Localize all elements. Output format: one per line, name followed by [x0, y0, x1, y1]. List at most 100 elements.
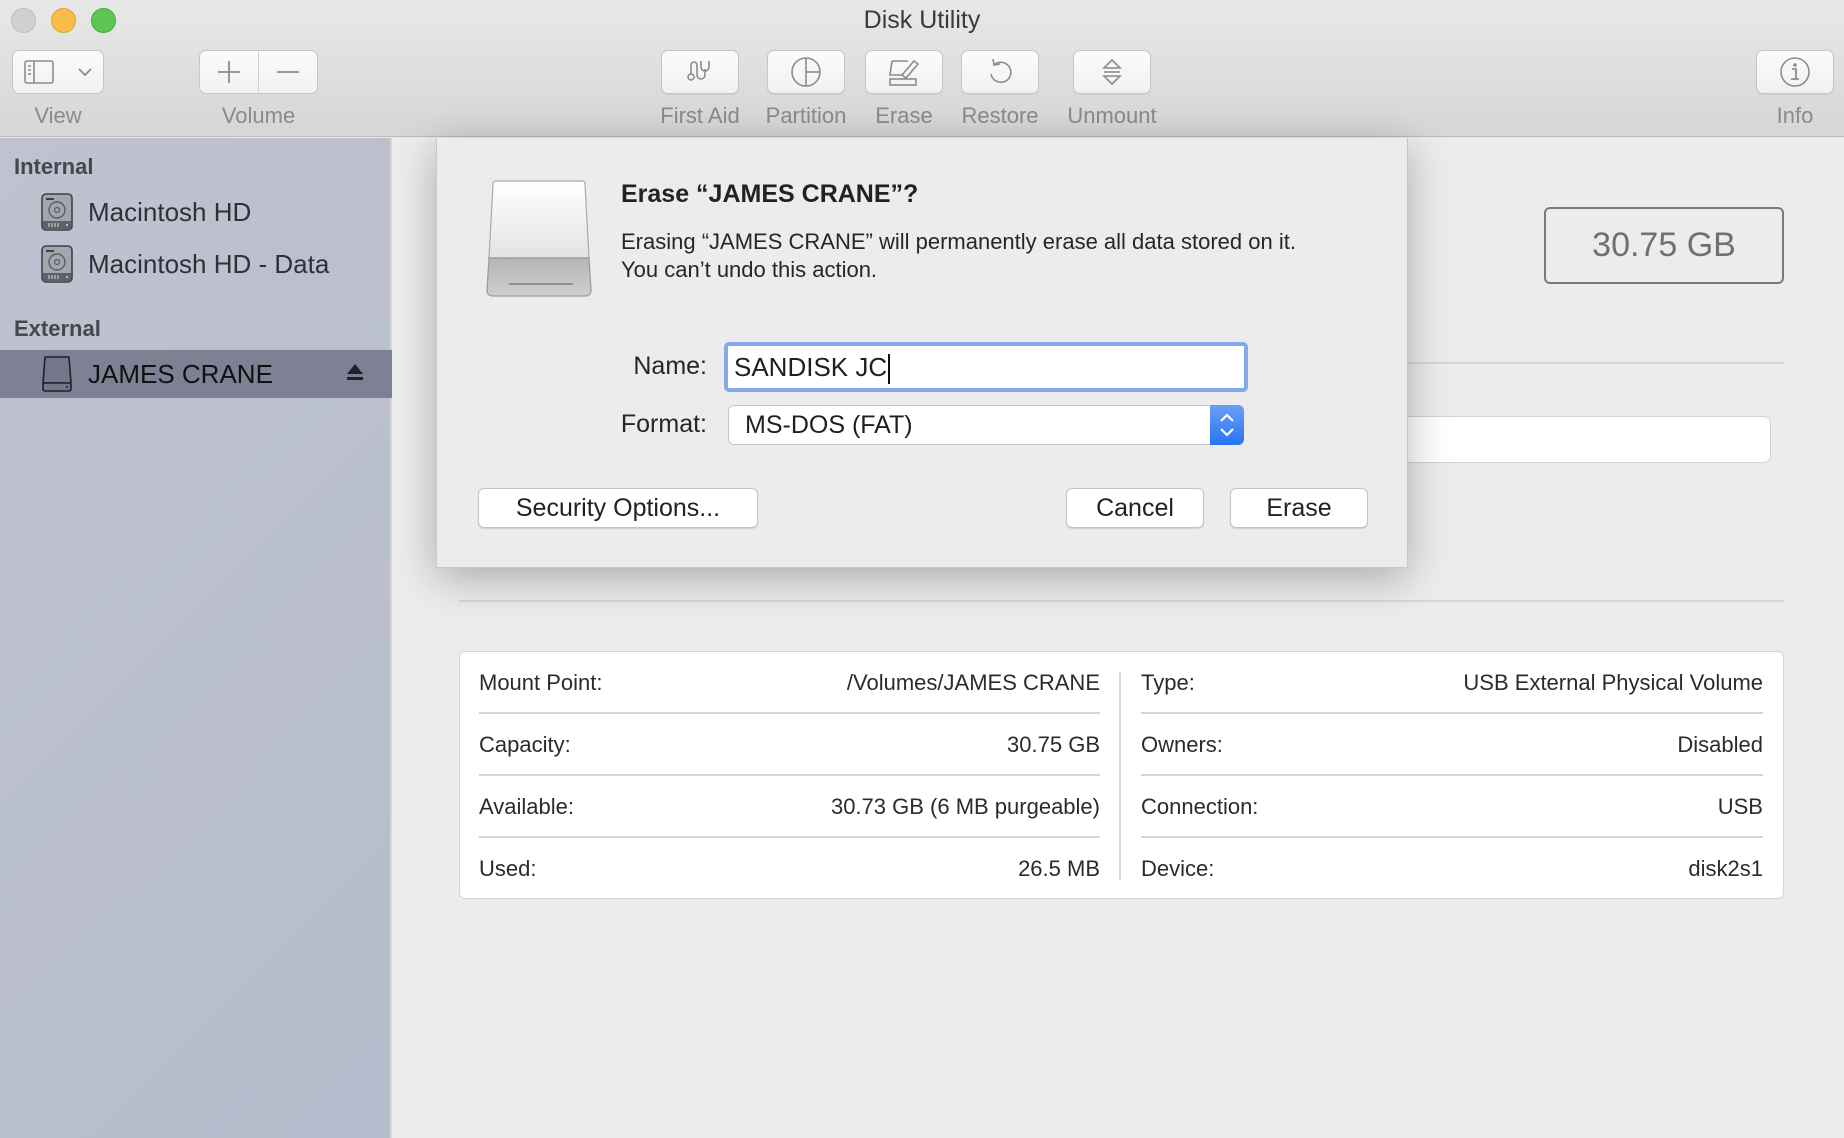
info-label: Available: — [479, 794, 574, 819]
view-group: View — [12, 50, 104, 129]
sidebar: Internal Macintosh HD Macintosh HD - Dat… — [0, 138, 392, 1138]
info-row-owners: Owners: Disabled — [1141, 714, 1763, 776]
format-select-value: MS-DOS (FAT) — [745, 411, 913, 439]
restore-label: Restore — [961, 103, 1039, 128]
column-divider — [1119, 672, 1121, 880]
capacity-badge: 30.75 GB — [1544, 207, 1784, 284]
info-button[interactable] — [1756, 50, 1834, 94]
sheet-message-line1: Erasing “JAMES CRANE” will permanently e… — [621, 229, 1296, 254]
security-options-button[interactable]: Security Options... — [478, 488, 758, 528]
info-label: Owners: — [1141, 732, 1223, 757]
view-label: View — [34, 103, 82, 128]
sheet-message: Erasing “JAMES CRANE” will permanently e… — [621, 228, 1361, 284]
name-input-value: SANDISK JC — [734, 352, 888, 382]
volume-label: Volume — [221, 103, 296, 128]
info-row-used: Used: 26.5 MB — [479, 838, 1100, 900]
info-value: USB — [1717, 794, 1763, 819]
sidebar-toggle-icon — [24, 60, 54, 84]
volume-group: Volume — [199, 50, 318, 129]
info-column-right: Type: USB External Physical Volume Owner… — [1141, 652, 1763, 900]
stethoscope-icon — [687, 61, 710, 81]
restore-button[interactable] — [961, 50, 1039, 94]
divider — [459, 600, 1784, 602]
info-label: Device: — [1141, 856, 1215, 881]
erase-label: Erase — [875, 103, 933, 128]
eject-icon[interactable] — [346, 363, 364, 383]
internal-disk-icon — [41, 245, 73, 283]
info-label: Used: — [479, 856, 537, 881]
cancel-button[interactable]: Cancel — [1066, 488, 1204, 528]
info-value: Disabled — [1677, 732, 1763, 757]
divider — [1408, 362, 1784, 364]
info-value: disk2s1 — [1688, 856, 1763, 881]
partition-button[interactable] — [767, 50, 845, 94]
sidebar-item-label: JAMES CRANE — [88, 358, 273, 389]
name-input[interactable]: SANDISK JC — [724, 342, 1248, 392]
restore-icon — [990, 58, 1012, 84]
sidebar-item-macintosh-hd-data[interactable]: Macintosh HD - Data — [0, 240, 392, 288]
sidebar-item-label: Macintosh HD - Data — [88, 248, 330, 279]
first-aid-label: First Aid — [660, 103, 740, 128]
sidebar-section-external: External — [14, 316, 101, 341]
info-row-connection: Connection: USB — [1141, 776, 1763, 838]
usage-bar — [1380, 416, 1771, 463]
info-label: Info — [1776, 103, 1814, 128]
name-field-label: Name: — [633, 352, 707, 380]
info-label: Connection: — [1141, 794, 1259, 819]
info-row-type: Type: USB External Physical Volume — [1141, 652, 1763, 714]
erase-group: Erase — [860, 50, 948, 129]
sidebar-item-label: Macintosh HD — [88, 196, 252, 227]
window-toolbar: Disk Utility View Volume First Aid Parti… — [0, 0, 1844, 137]
erase-sheet-dialog: Erase “JAMES CRANE”? Erasing “JAMES CRAN… — [436, 138, 1408, 568]
partition-group: Partition — [762, 50, 850, 129]
info-value: USB External Physical Volume — [1463, 670, 1763, 695]
erase-icon — [889, 59, 920, 86]
external-disk-icon — [42, 356, 72, 392]
info-row-device: Device: disk2s1 — [1141, 838, 1763, 900]
restore-group: Restore — [954, 50, 1046, 129]
partition-label: Partition — [765, 103, 847, 128]
erase-button[interactable]: Erase — [1230, 488, 1368, 528]
first-aid-group: First Aid — [656, 50, 744, 129]
select-stepper[interactable] — [1210, 405, 1244, 445]
plus-icon — [218, 61, 240, 83]
info-label: Type: — [1141, 670, 1195, 695]
chevron-down-icon — [78, 68, 92, 77]
sidebar-item-james-crane[interactable]: JAMES CRANE — [0, 350, 392, 398]
format-field-label: Format: — [620, 410, 707, 438]
sidebar-section-internal: Internal — [14, 154, 94, 179]
info-label: Capacity: — [479, 732, 571, 757]
sheet-title: Erase “JAMES CRANE”? — [621, 180, 919, 208]
sheet-message-line2: You can’t undo this action. — [621, 257, 878, 282]
add-volume-button[interactable] — [200, 51, 258, 93]
chevron-up-down-icon — [1220, 413, 1234, 437]
unmount-button[interactable] — [1073, 50, 1151, 94]
internal-disk-icon — [41, 193, 73, 231]
info-group: Info — [1752, 50, 1838, 129]
remove-volume-button[interactable] — [258, 51, 317, 93]
info-value: 26.5 MB — [1018, 856, 1100, 881]
minus-icon — [277, 71, 299, 73]
window-title: Disk Utility — [863, 6, 981, 34]
info-row-mount-point: Mount Point: /Volumes/JAMES CRANE — [479, 652, 1100, 714]
info-column-left: Mount Point: /Volumes/JAMES CRANE Capaci… — [479, 652, 1100, 900]
info-value: /Volumes/JAMES CRANE — [846, 670, 1100, 695]
info-row-available: Available: 30.73 GB (6 MB purgeable) — [479, 776, 1100, 838]
info-row-capacity: Capacity: 30.75 GB — [479, 714, 1100, 776]
unmount-icon — [1102, 58, 1122, 86]
text-caret — [888, 354, 891, 385]
external-drive-icon — [486, 180, 592, 297]
info-icon — [1780, 57, 1810, 87]
unmount-label: Unmount — [1067, 103, 1157, 128]
unmount-group: Unmount — [1063, 50, 1161, 129]
pie-chart-icon — [791, 57, 821, 87]
erase-toolbar-button[interactable] — [865, 50, 943, 94]
info-value: 30.75 GB — [1007, 732, 1100, 757]
first-aid-button[interactable] — [661, 50, 739, 94]
sidebar-item-macintosh-hd[interactable]: Macintosh HD — [0, 188, 392, 236]
volume-info-table: Mount Point: /Volumes/JAMES CRANE Capaci… — [459, 651, 1784, 899]
info-label: Mount Point: — [479, 670, 603, 695]
info-value: 30.73 GB (6 MB purgeable) — [830, 794, 1100, 819]
format-select[interactable]: MS-DOS (FAT) — [728, 405, 1244, 445]
view-button[interactable] — [12, 50, 104, 94]
